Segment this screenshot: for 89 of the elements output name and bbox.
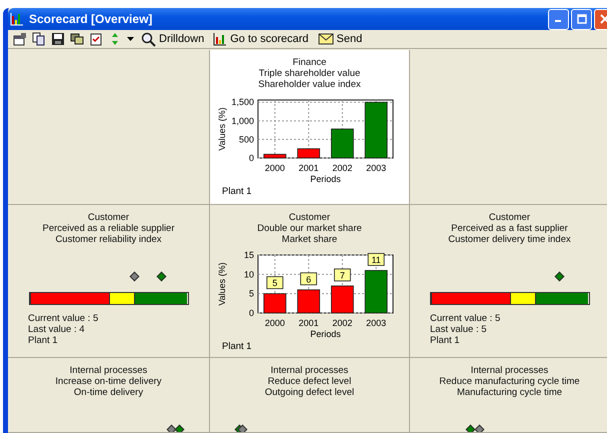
cell-heading: Customer: [88, 212, 130, 223]
cell-heading: Triple shareholder value: [258, 68, 360, 79]
x-axis-title: Periods: [310, 329, 340, 339]
cell-heading: Double our market share: [257, 223, 362, 234]
value-label: Last value : 4: [28, 324, 86, 335]
caret-icon[interactable]: [127, 37, 134, 41]
search-icon: [141, 32, 156, 46]
cell-heading: On-time delivery: [74, 387, 144, 398]
chart-bar: [330, 128, 354, 158]
data-label: 11: [367, 253, 384, 266]
cell-heading: Customer reliability index: [55, 234, 162, 245]
chart-bar: [364, 270, 388, 314]
cell-heading: Internal processes: [270, 365, 348, 376]
window-title: Scorecard [Overview]: [29, 12, 154, 26]
y-tick-label: 0: [248, 308, 254, 318]
chart-bar: [296, 289, 320, 314]
value-label: Last value : 5: [430, 324, 488, 335]
x-tick-label: 2000: [264, 163, 284, 173]
y-axis-title: Values (%): [216, 107, 226, 151]
chart-bar: [262, 154, 286, 158]
x-tick-label: 2003: [366, 163, 386, 173]
close-icon: [600, 14, 607, 24]
cell-heading: Finance: [292, 57, 326, 68]
value-label: Plant 1: [430, 335, 461, 346]
checklist-icon[interactable]: [89, 32, 103, 46]
cell-heading: Perceived as a fast supplier: [451, 223, 568, 234]
scorecard-button[interactable]: Go to scorecard: [211, 32, 311, 46]
x-tick-label: 2001: [298, 163, 318, 173]
gauge-cell[interactable]: Internal processes Reduce manufacturing cycle time Manufacturing cycle time: [410, 358, 607, 433]
cell-heading: Reduce manufacturing cycle time: [439, 376, 580, 387]
x-tick-label: 2002: [332, 318, 352, 328]
data-label: 7: [333, 268, 350, 282]
y-tick-label: 1,500: [230, 97, 254, 108]
data-label: 5: [266, 276, 283, 290]
send-button[interactable]: Send: [316, 33, 364, 45]
chart-cell[interactable]: Customer Double our market share Market share 0 5 10 15 2000 2001 2002 2003 Periods Values (%) 5 6 7 11 Plant 1: [210, 205, 410, 358]
data-label: 6: [300, 272, 317, 286]
gauge-cell[interactable]: Internal processes Reduce defect level Outgoing defect level: [210, 358, 410, 433]
data-label: 11: [370, 254, 380, 265]
minimize-button[interactable]: [548, 8, 569, 30]
x-tick-label: 2002: [332, 163, 352, 173]
cell-heading: Shareholder value index: [258, 79, 361, 90]
value-label: Current value : 5: [430, 313, 500, 324]
maximize-button[interactable]: [571, 8, 592, 30]
x-axis-title: Periods: [310, 174, 340, 184]
value-label: Plant 1: [28, 335, 59, 346]
chart-bar: [262, 293, 286, 314]
chart-bar: [364, 102, 388, 158]
data-label: 5: [272, 278, 277, 288]
data-label: 6: [306, 274, 311, 284]
y-tick-label: 5: [248, 288, 254, 299]
cell-heading: Outgoing defect level: [264, 387, 354, 398]
copies-icon[interactable]: [70, 32, 84, 46]
save-icon[interactable]: [51, 32, 65, 46]
y-tick-label: 15: [243, 250, 254, 260]
plant-label: Plant 1: [222, 341, 252, 352]
gauge-cell[interactable]: Customer Perceived as a fast supplier Customer delivery time index Current value : 5 Last value : 5 Plant 1: [410, 205, 607, 358]
data-label: 7: [339, 270, 344, 280]
cell-heading: Internal processes: [470, 365, 548, 376]
gauge-cell[interactable]: Customer Perceived as a reliable supplier Customer reliability index Current value : 5 Last value : 4 Plant 1: [8, 205, 210, 358]
y-tick-label: 0: [248, 153, 254, 163]
gauge-cell[interactable]: Internal processes Increase on-time delivery On-time delivery: [8, 358, 210, 433]
y-tick-label: 500: [238, 134, 254, 144]
value-label: Current value : 5: [28, 313, 98, 324]
properties-icon[interactable]: [13, 32, 27, 46]
x-tick-label: 2001: [298, 318, 318, 328]
x-tick-label: 2003: [366, 318, 386, 328]
bar-chart-icon: [213, 32, 228, 46]
envelope-icon: [318, 33, 334, 45]
plant-label: Plant 1: [222, 186, 252, 197]
cell-heading: Customer: [288, 212, 330, 223]
maximize-icon: [576, 14, 586, 24]
cell-heading: Customer delivery time index: [448, 234, 571, 245]
cell-heading: Internal processes: [70, 365, 148, 376]
y-axis-title: Values (%): [216, 262, 226, 306]
copy-icon[interactable]: [32, 32, 46, 46]
cell-heading: Customer: [488, 212, 530, 223]
chart-bar: [296, 148, 320, 158]
chart-bar: [330, 286, 354, 314]
x-tick-label: 2000: [264, 318, 284, 328]
cell-heading: Reduce defect level: [268, 376, 352, 387]
y-tick-label: 10: [243, 269, 254, 280]
y-tick-label: 1,000: [230, 116, 254, 126]
cell-heading: Manufacturing cycle time: [456, 387, 562, 398]
chart-logo-icon: [10, 12, 24, 26]
cell-heading: Market share: [282, 234, 338, 245]
cell-heading: Increase on-time delivery: [55, 376, 162, 387]
cell-heading: Perceived as a reliable supplier: [42, 223, 175, 234]
drilldown-button[interactable]: Drilldown: [139, 32, 206, 46]
